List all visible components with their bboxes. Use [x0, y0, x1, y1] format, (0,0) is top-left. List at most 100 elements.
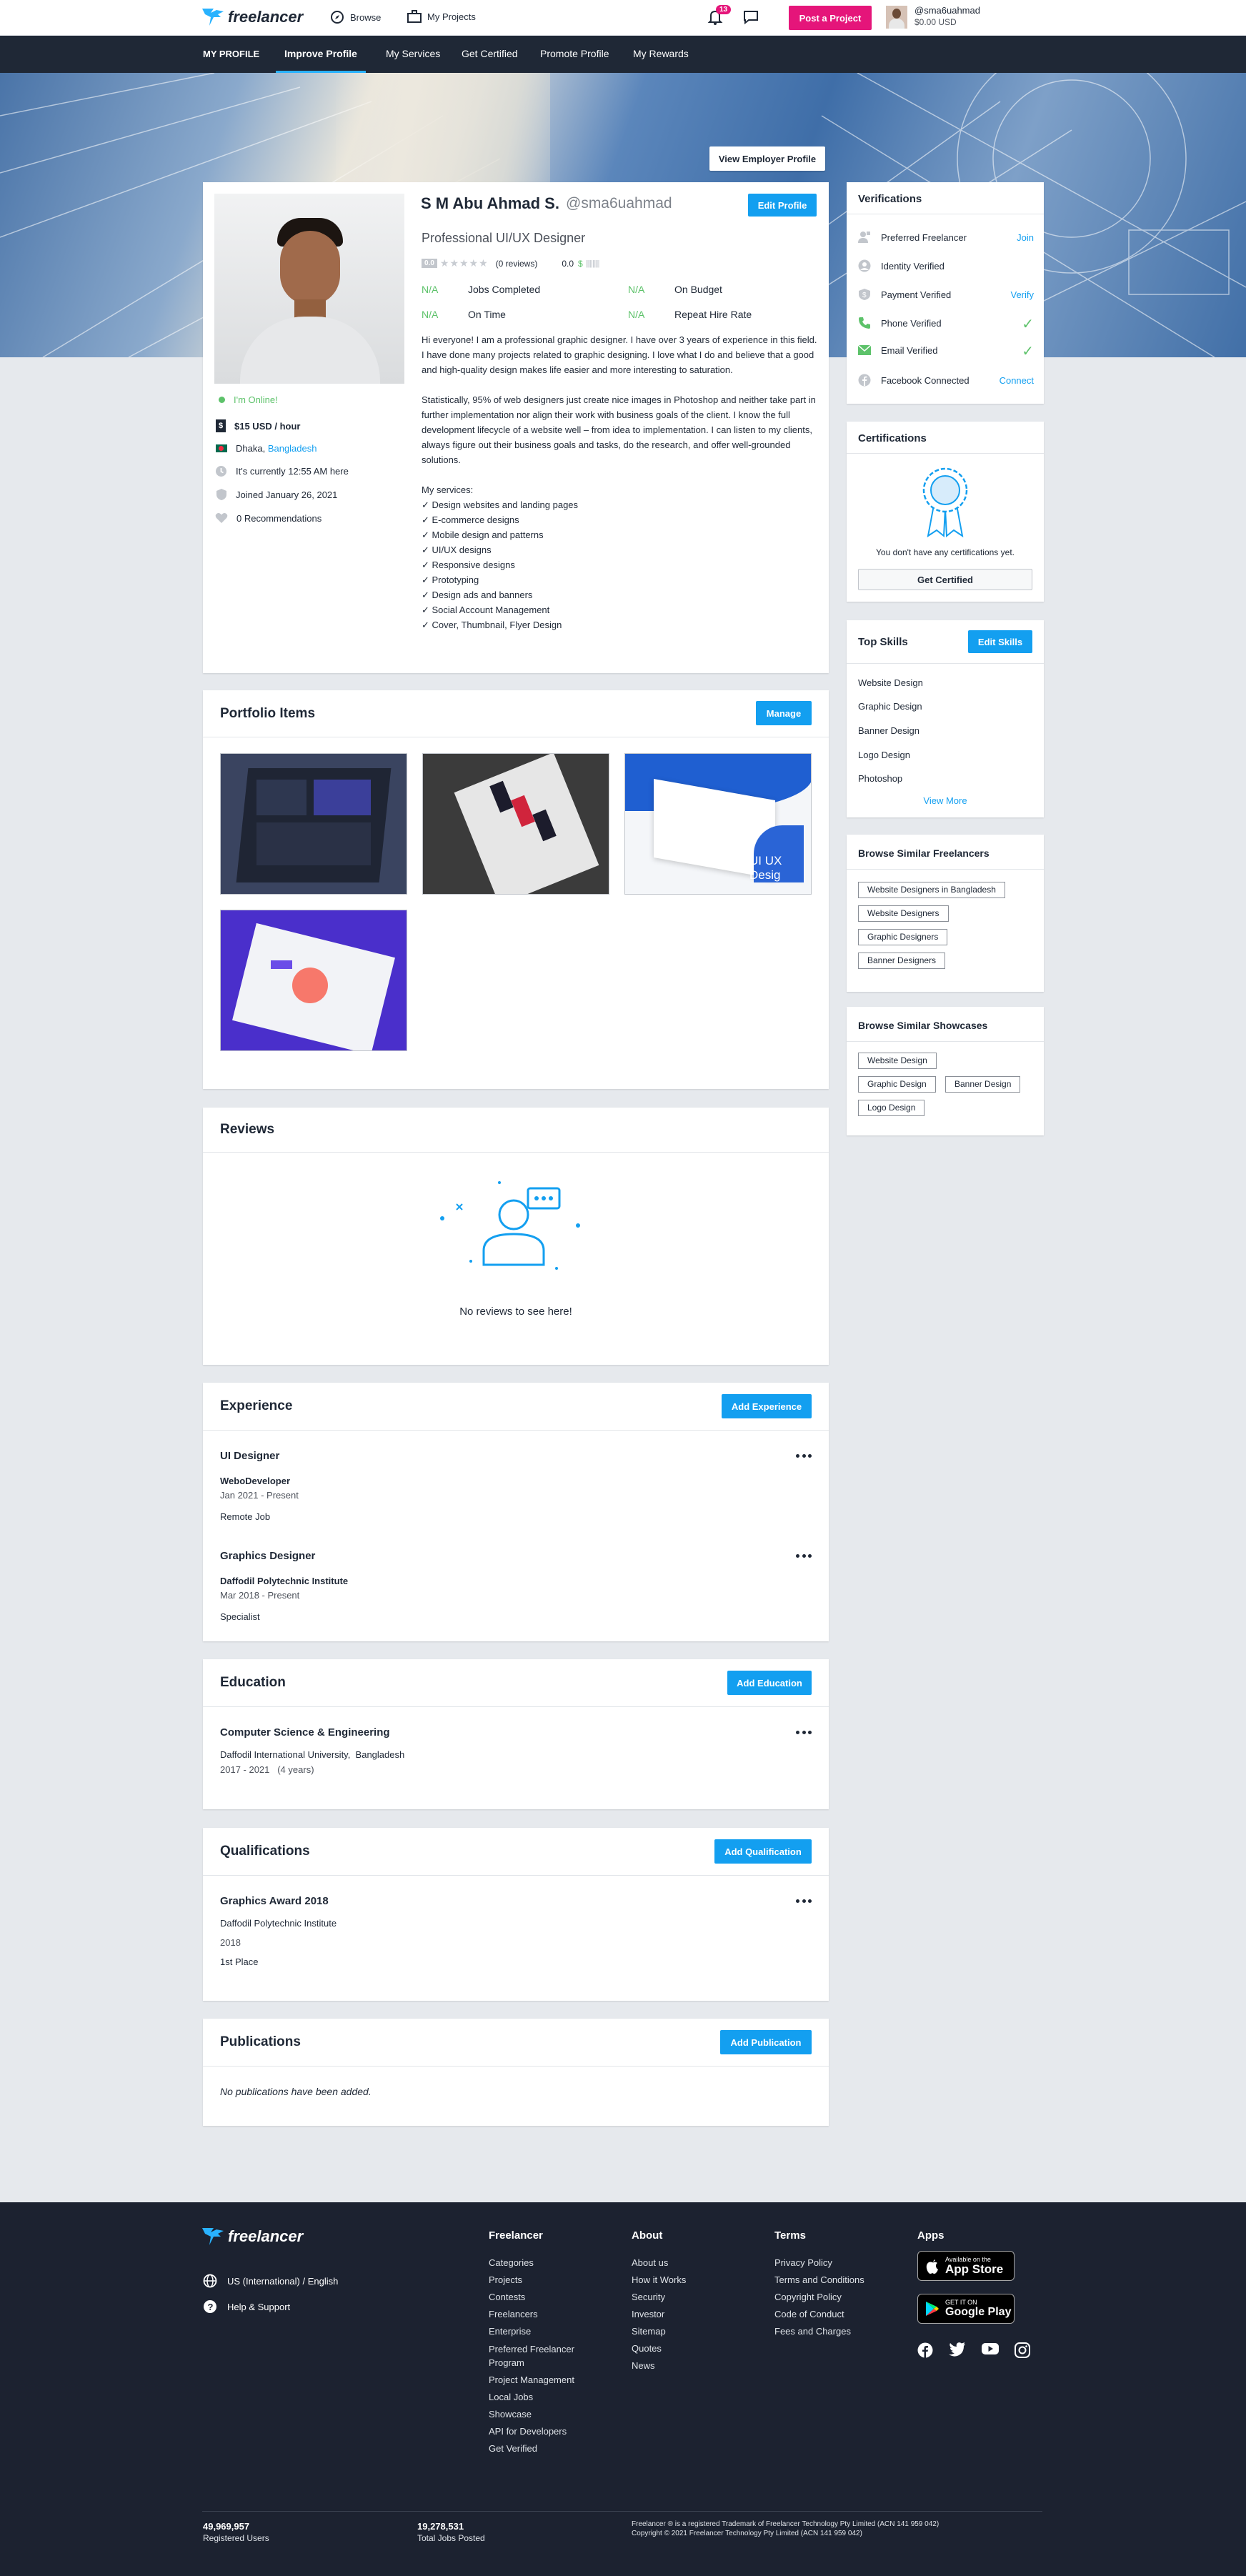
user-menu[interactable]: @sma6uahmad $0.00 USD — [886, 4, 1000, 31]
portfolio-item[interactable] — [422, 753, 609, 895]
experience-item-title: Graphics Designer — [220, 1550, 316, 1562]
footer-link[interactable]: Security — [632, 2289, 739, 2306]
reviews-count[interactable]: (0 reviews) — [496, 259, 538, 269]
chat-bubble-icon — [744, 11, 758, 25]
similar-freelancer-tag[interactable]: Website Designers in Bangladesh — [858, 882, 1005, 898]
footer-link[interactable]: Freelancers — [489, 2306, 596, 2323]
more-options-menu[interactable] — [796, 1554, 812, 1558]
nav-browse[interactable]: Browse — [330, 10, 381, 24]
similar-showcase-tag[interactable]: Banner Design — [945, 1076, 1021, 1093]
footer-link[interactable]: Showcase — [489, 2406, 596, 2423]
view-more-skills-link[interactable]: View More — [847, 795, 1044, 806]
similar-freelancer-tag[interactable]: Banner Designers — [858, 953, 946, 969]
footer-logo[interactable]: freelancer — [202, 2227, 303, 2247]
post-project-button[interactable]: Post a Project — [789, 6, 872, 30]
footer-link[interactable]: Project Management — [489, 2372, 596, 2389]
get-certified-button[interactable]: Get Certified — [858, 569, 1032, 590]
footer-link[interactable]: Get Verified — [489, 2440, 596, 2457]
footer-link[interactable]: How it Works — [632, 2272, 739, 2289]
social-icons — [917, 2342, 1030, 2358]
google-play-button[interactable]: GET IT ON Google Play — [917, 2294, 1015, 2324]
app-store-button[interactable]: Available on the App Store — [917, 2251, 1015, 2281]
add-education-button[interactable]: Add Education — [727, 1671, 812, 1695]
footer-link[interactable]: API for Developers — [489, 2423, 596, 2440]
edit-profile-button[interactable]: Edit Profile — [748, 194, 817, 217]
view-employer-profile-button[interactable]: View Employer Profile — [709, 146, 825, 171]
instagram-icon[interactable] — [1015, 2342, 1030, 2358]
add-experience-button[interactable]: Add Experience — [722, 1394, 812, 1418]
footer-link[interactable]: Projects — [489, 2272, 596, 2289]
portfolio-item[interactable]: UI UX Desig — [624, 753, 812, 895]
skill-item[interactable]: Logo Design — [858, 750, 910, 760]
similar-showcase-tag[interactable]: Website Design — [858, 1053, 937, 1069]
join-link[interactable]: Join — [1017, 232, 1034, 243]
google-play-small-text: GET IT ON — [945, 2299, 977, 2306]
footer-link[interactable]: Quotes — [632, 2340, 739, 2357]
tab-get-certified[interactable]: Get Certified — [462, 48, 518, 59]
facebook-icon[interactable] — [917, 2342, 933, 2358]
connect-link[interactable]: Connect — [1000, 375, 1034, 386]
tab-my-rewards[interactable]: My Rewards — [633, 48, 689, 59]
qualification-year: 2018 — [220, 1937, 241, 1948]
tab-promote-profile[interactable]: Promote Profile — [540, 48, 609, 59]
footer-link[interactable]: Categories — [489, 2254, 596, 2272]
locale-selector[interactable]: US (International) / English — [203, 2274, 338, 2288]
footer-link[interactable]: Local Jobs — [489, 2389, 596, 2406]
portfolio-caption: UI UX Desig — [749, 854, 782, 882]
portfolio-item[interactable] — [220, 753, 407, 895]
verification-preferred: Preferred Freelancer Join — [858, 231, 1034, 245]
similar-showcase-tag[interactable]: Graphic Design — [858, 1076, 936, 1093]
verify-link[interactable]: Verify — [1010, 289, 1034, 300]
footer-link[interactable]: News — [632, 2357, 739, 2374]
skill-item[interactable]: Website Design — [858, 677, 923, 688]
add-publication-button[interactable]: Add Publication — [720, 2030, 812, 2054]
experience-card: Experience Add Experience UI Designer We… — [203, 1383, 829, 1641]
footer: freelancer US (International) / English … — [0, 2202, 1246, 2576]
avatar — [886, 6, 907, 29]
footer-link[interactable]: Copyright Policy — [774, 2289, 896, 2306]
certificate-badge-icon — [922, 467, 968, 537]
notifications-button[interactable]: 13 — [707, 5, 732, 26]
footer-link[interactable]: Contests — [489, 2289, 596, 2306]
footer-link[interactable]: Enterprise — [489, 2323, 596, 2340]
add-qualification-button[interactable]: Add Qualification — [714, 1839, 812, 1864]
nav-my-projects[interactable]: My Projects — [407, 10, 476, 23]
tab-improve-profile[interactable]: Improve Profile — [276, 48, 366, 73]
skill-item[interactable]: Banner Design — [858, 725, 919, 736]
footer-link[interactable]: About us — [632, 2254, 739, 2272]
manage-portfolio-button[interactable]: Manage — [756, 701, 812, 725]
similar-freelancer-tag[interactable]: Website Designers — [858, 905, 949, 922]
similar-showcase-tag[interactable]: Logo Design — [858, 1100, 925, 1116]
footer-link[interactable]: Investor — [632, 2306, 739, 2323]
location-city: Dhaka, — [236, 443, 268, 454]
skill-item[interactable]: Graphic Design — [858, 701, 922, 712]
shield-icon — [216, 489, 226, 500]
reviews-card: Reviews No reviews to see here! — [203, 1108, 829, 1365]
twitter-icon[interactable] — [949, 2342, 966, 2357]
stat-jobs-completed: N/A Jobs Completed — [422, 284, 540, 295]
username: @sma6uahmad — [914, 5, 980, 16]
location-country-link[interactable]: Bangladesh — [268, 443, 317, 454]
youtube-icon[interactable] — [982, 2342, 999, 2355]
footer-link[interactable]: Privacy Policy — [774, 2254, 896, 2272]
skill-item[interactable]: Photoshop — [858, 773, 902, 784]
profile-bio: Hi everyone! I am a professional graphic… — [422, 332, 817, 632]
certifications-empty: You don't have any certifications yet. — [876, 547, 1015, 557]
money-icon: $ — [216, 419, 226, 432]
similar-freelancer-tag[interactable]: Graphic Designers — [858, 929, 948, 945]
messages-button[interactable] — [743, 9, 759, 25]
footer-link[interactable]: Sitemap — [632, 2323, 739, 2340]
more-options-menu[interactable] — [796, 1899, 812, 1904]
help-support-link[interactable]: ? Help & Support — [203, 2299, 290, 2314]
edit-skills-button[interactable]: Edit Skills — [968, 630, 1032, 653]
portfolio-item[interactable] — [220, 910, 407, 1051]
more-options-menu[interactable] — [796, 1454, 812, 1458]
freelancer-logo[interactable]: freelancer — [202, 6, 303, 28]
more-options-menu[interactable] — [796, 1731, 812, 1735]
experience-item-dates: Mar 2018 - Present — [220, 1590, 300, 1601]
footer-link[interactable]: Terms and Conditions — [774, 2272, 896, 2289]
tab-my-services[interactable]: My Services — [386, 48, 440, 59]
footer-link[interactable]: Preferred Freelancer Program — [489, 2340, 596, 2372]
footer-link[interactable]: Code of Conduct — [774, 2306, 896, 2323]
footer-link[interactable]: Fees and Charges — [774, 2323, 896, 2340]
